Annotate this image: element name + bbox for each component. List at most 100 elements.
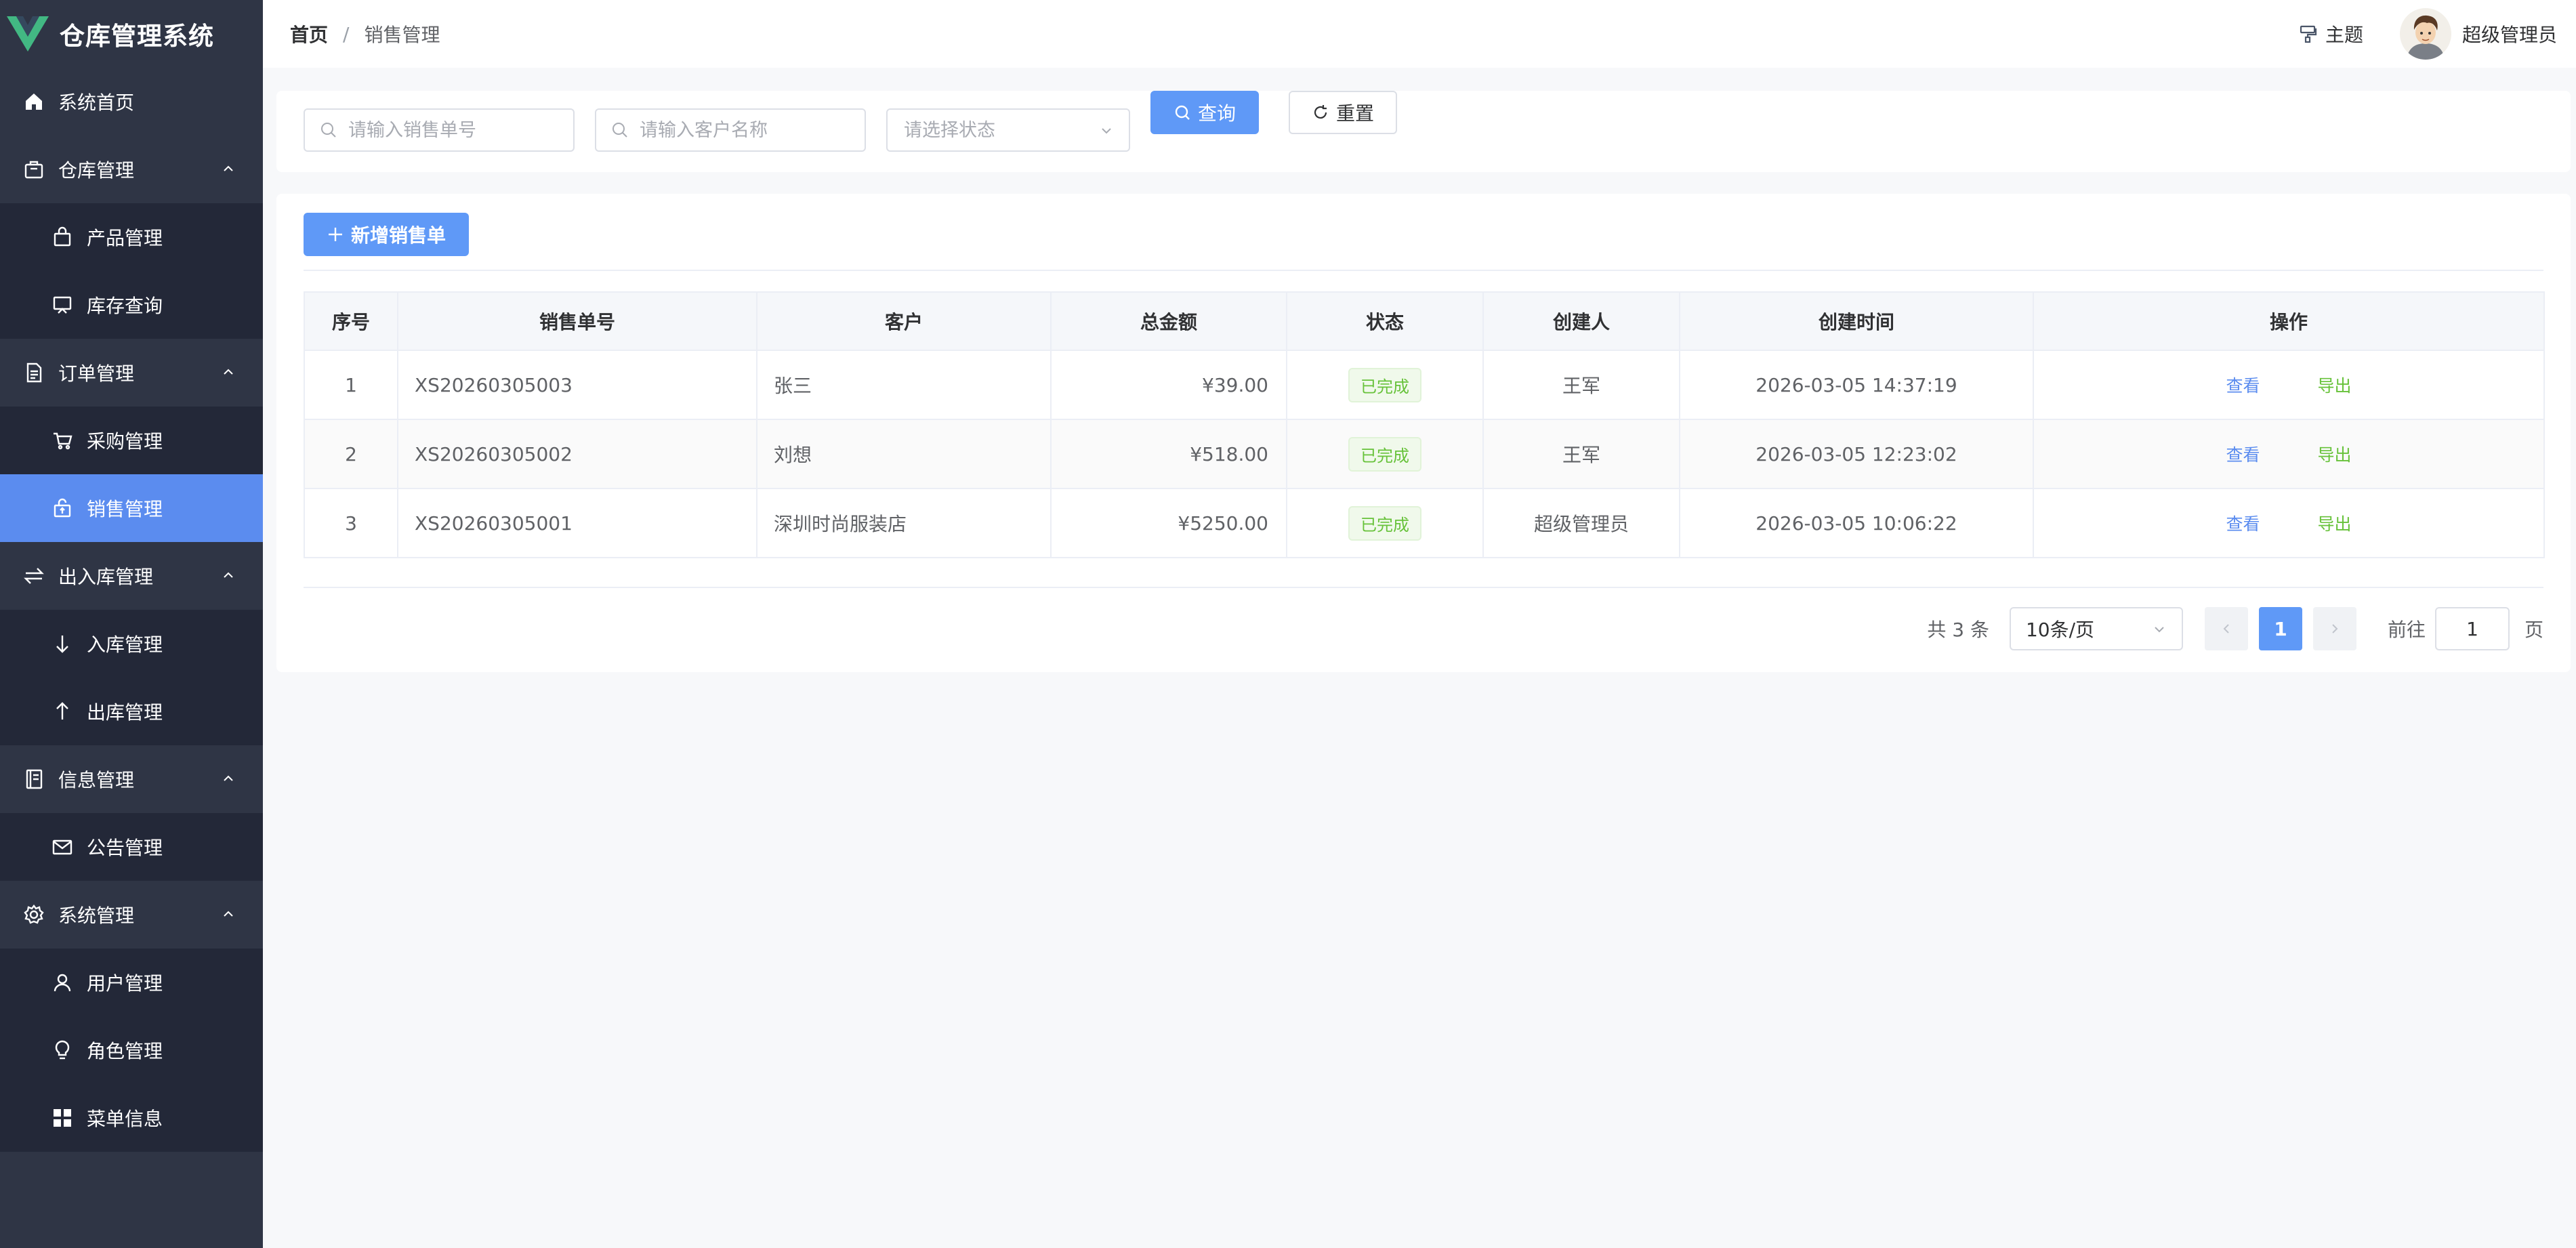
sidebar-item-label: 角色管理	[87, 1040, 163, 1062]
cell-amount: ¥518.00	[1051, 419, 1287, 489]
prev-page-button[interactable]	[2204, 607, 2248, 650]
cell-created-at: 2026-03-05 14:37:19	[1680, 350, 2034, 420]
page-size-value: 10条/页	[2025, 619, 2095, 641]
pagination-divider	[304, 587, 2543, 588]
reset-button[interactable]: 重置	[1289, 91, 1397, 134]
add-sales-order-button[interactable]: 新增销售单	[304, 213, 469, 256]
column-header: 销售单号	[397, 291, 757, 351]
sidebar-item-label: 信息管理	[58, 769, 135, 791]
header-actions: 主题 超级管理员	[2298, 0, 2557, 68]
sidebar-item-purchase[interactable]: 采购管理	[0, 407, 263, 474]
query-button[interactable]: 查询	[1150, 91, 1259, 134]
cart-icon	[51, 430, 73, 451]
cell-customer: 深圳时尚服装店	[757, 488, 1052, 558]
chevron-up-icon	[221, 907, 236, 921]
status-badge: 已完成	[1348, 436, 1421, 472]
table-row: 3 XS20260305001 深圳时尚服装店 ¥5250.00 已完成 超级管…	[304, 488, 2545, 558]
cell-created-at: 2026-03-05 12:23:02	[1680, 419, 2034, 489]
sidebar-item-products[interactable]: 产品管理	[0, 203, 263, 271]
sidebar-item-inventory[interactable]: 库存查询	[0, 271, 263, 339]
avatar[interactable]	[2399, 8, 2451, 60]
goto-page-input[interactable]: 1	[2434, 607, 2510, 650]
page-suffix: 页	[2524, 619, 2543, 641]
search-panel: 查询 重置	[276, 91, 2571, 172]
message-icon	[51, 836, 73, 858]
sidebar-item-roles[interactable]: 角色管理	[0, 1016, 263, 1084]
sidebar-group-orders[interactable]: 订单管理	[0, 339, 263, 407]
cell-index: 1	[304, 350, 398, 420]
customer-input[interactable]	[638, 119, 865, 142]
view-link[interactable]: 查看	[2226, 514, 2260, 534]
chevron-up-icon	[221, 568, 236, 583]
search-icon	[321, 123, 336, 138]
status-badge: 已完成	[1348, 505, 1421, 541]
breadcrumb-separator: /	[343, 22, 350, 45]
sidebar-item-home[interactable]: 系统首页	[0, 68, 263, 136]
export-link[interactable]: 导出	[2317, 376, 2351, 396]
sidebar-group-warehouse[interactable]: 仓库管理	[0, 136, 263, 203]
home-icon	[23, 91, 45, 112]
export-link[interactable]: 导出	[2317, 514, 2351, 534]
next-page-button[interactable]	[2312, 607, 2356, 650]
column-header: 状态	[1286, 291, 1484, 351]
sidebar-item-label: 公告管理	[87, 837, 163, 859]
sidebar-item-label: 销售管理	[87, 498, 163, 520]
column-header: 创建人	[1482, 291, 1680, 351]
sidebar-group-stock-io[interactable]: 出入库管理	[0, 542, 263, 610]
refresh-icon	[1314, 105, 1327, 119]
cell-customer: 张三	[757, 350, 1052, 420]
sidebar-item-label: 库存查询	[87, 295, 163, 317]
sidebar-group-info[interactable]: 信息管理	[0, 745, 263, 813]
cell-actions: 查看 导出	[2033, 488, 2545, 558]
cell-index: 3	[304, 488, 398, 558]
sidebar-item-label: 产品管理	[87, 227, 163, 249]
sidebar-item-label: 系统管理	[58, 904, 135, 927]
sidebar-item-stock-in[interactable]: 入库管理	[0, 610, 263, 678]
app-title: 仓库管理系统	[60, 22, 214, 51]
breadcrumb: 首页 / 销售管理	[290, 20, 440, 47]
page-size-select[interactable]: 10条/页	[2009, 607, 2183, 650]
sidebar-item-menus[interactable]: 菜单信息	[0, 1084, 263, 1152]
breadcrumb-current: 销售管理	[364, 24, 440, 46]
sidebar-item-label: 系统首页	[58, 91, 135, 114]
breadcrumb-home[interactable]: 首页	[290, 20, 328, 47]
arrow-down-icon	[51, 633, 73, 654]
app-logo-area: 仓库管理系统	[0, 0, 263, 68]
username[interactable]: 超级管理员	[2462, 20, 2557, 47]
arrow-up-icon	[51, 701, 73, 722]
table-row: 1 XS20260305003 张三 ¥39.00 已完成 王军 2026-03…	[304, 350, 2545, 420]
status-select-input[interactable]	[902, 119, 1129, 142]
sidebar-group-system[interactable]: 系统管理	[0, 881, 263, 949]
order-no-input[interactable]	[347, 119, 573, 142]
sidebar-item-notices[interactable]: 公告管理	[0, 813, 263, 881]
search-icon	[612, 123, 627, 138]
sidebar-item-users[interactable]: 用户管理	[0, 949, 263, 1016]
column-header: 序号	[304, 291, 398, 351]
theme-button[interactable]: 主题	[2298, 20, 2363, 47]
view-link[interactable]: 查看	[2226, 376, 2260, 396]
page-number-button[interactable]: 1	[2258, 607, 2302, 650]
view-link[interactable]: 查看	[2226, 445, 2260, 465]
sidebar-item-label: 出库管理	[87, 701, 163, 724]
cell-order-no: XS20260305002	[398, 419, 757, 489]
sidebar-item-label: 入库管理	[87, 633, 163, 656]
cell-amount: ¥5250.00	[1051, 488, 1287, 558]
reset-button-label: 重置	[1335, 102, 1374, 125]
sidebar-item-label: 采购管理	[87, 430, 163, 453]
customer-search-field[interactable]	[595, 108, 866, 152]
cell-creator: 王军	[1483, 419, 1680, 489]
query-button-label: 查询	[1197, 102, 1236, 125]
notebook-icon	[23, 768, 45, 790]
sidebar-item-label: 订单管理	[58, 362, 135, 385]
export-link[interactable]: 导出	[2317, 445, 2351, 465]
sidebar-item-stock-out[interactable]: 出库管理	[0, 678, 263, 745]
status-badge: 已完成	[1348, 367, 1421, 402]
cell-creator: 王军	[1483, 350, 1680, 420]
status-select[interactable]	[886, 108, 1130, 152]
order-no-search-field[interactable]	[304, 108, 575, 152]
sidebar-item-sales[interactable]: 销售管理	[0, 474, 263, 542]
chevron-down-icon	[1099, 123, 1114, 138]
sidebar-item-label: 菜单信息	[87, 1108, 163, 1130]
pagination-total: 共 3 条	[1927, 619, 1989, 641]
cell-created-at: 2026-03-05 10:06:22	[1680, 488, 2034, 558]
